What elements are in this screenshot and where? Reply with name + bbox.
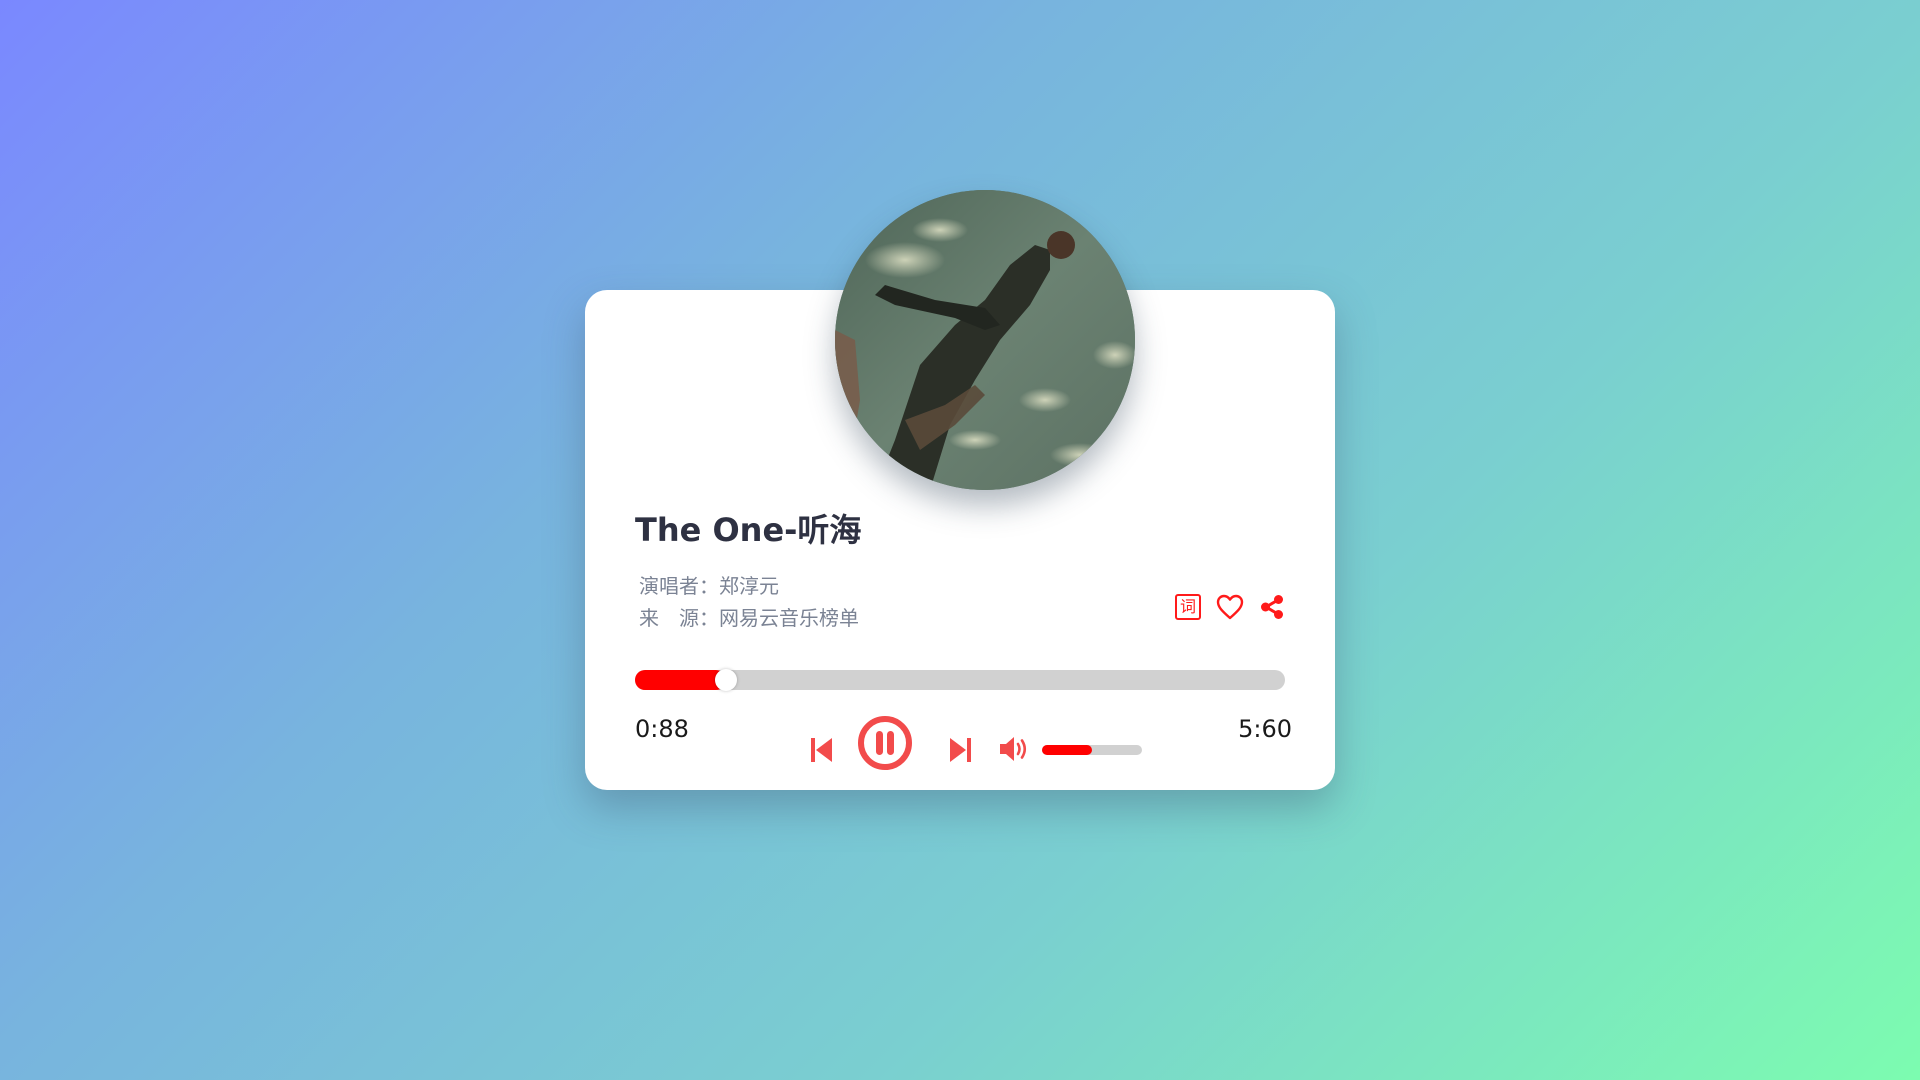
album-cover [835,190,1135,490]
skip-next-icon [950,738,971,762]
album-cover-image [835,190,1135,490]
lyrics-icon: 词 [1175,594,1201,620]
current-time: 0:88 [635,715,689,743]
song-title: The One-听海 [635,511,862,549]
pause-button[interactable] [857,715,913,771]
favorite-button[interactable] [1215,592,1245,622]
source-line: 来 源：网易云音乐榜单 [639,606,859,630]
playback-controls [810,715,1170,775]
artist-line: 演唱者：郑淳元 [639,574,779,598]
volume-button[interactable] [997,732,1031,766]
progress-fill [635,670,726,690]
volume-icon [1000,737,1027,761]
song-actions: 词 [1173,592,1287,622]
lyrics-button[interactable]: 词 [1173,592,1203,622]
total-time: 5:60 [1238,715,1292,743]
previous-button[interactable] [810,735,834,765]
volume-fill [1042,745,1092,755]
share-button[interactable] [1257,592,1287,622]
progress-bar[interactable] [635,669,1285,691]
song-meta: 演唱者：郑淳元 来 源：网易云音乐榜单 [639,570,859,634]
volume-slider[interactable] [1042,745,1142,755]
pause-icon [858,716,912,770]
heart-icon [1216,594,1244,620]
progress-thumb[interactable] [715,669,737,691]
skip-previous-icon [811,738,832,762]
share-icon [1261,595,1283,619]
next-button[interactable] [948,735,972,765]
